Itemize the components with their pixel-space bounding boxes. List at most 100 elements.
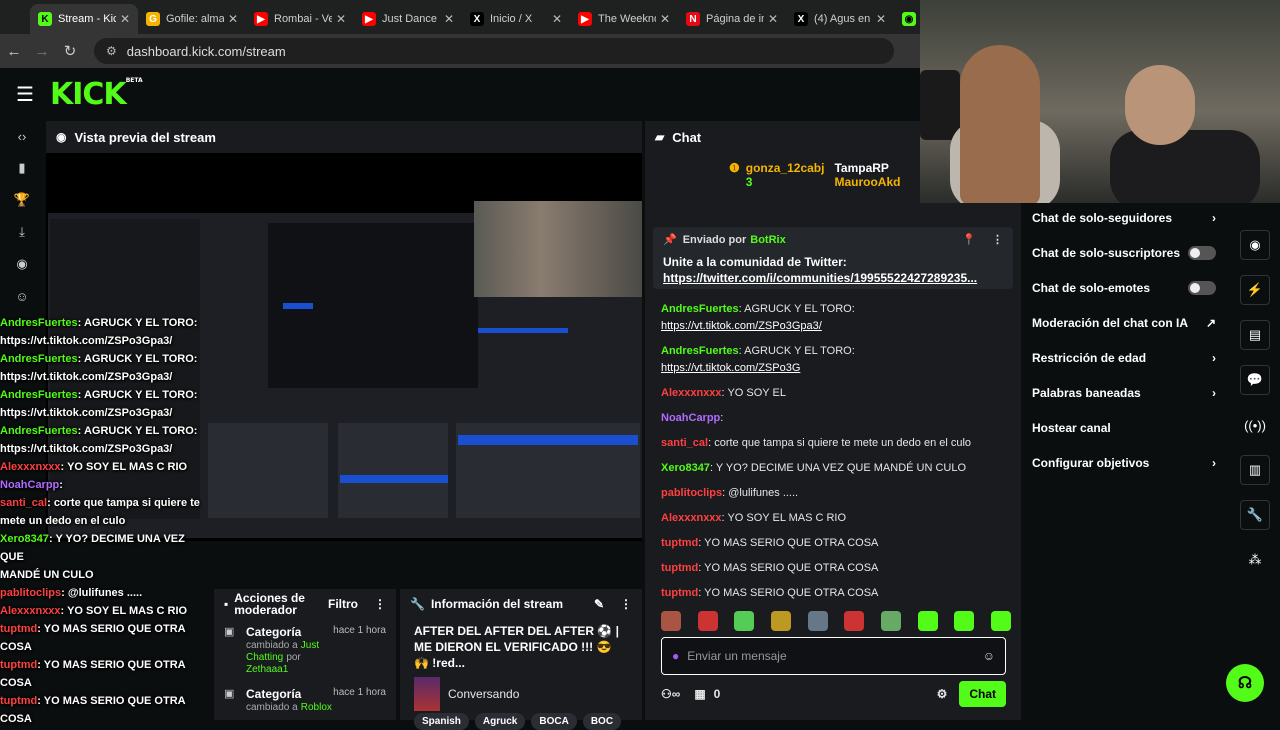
lightning-icon[interactable]: ⚡ bbox=[1240, 275, 1270, 305]
emote[interactable] bbox=[661, 611, 681, 631]
pinned-link[interactable]: https://twitter.com/i/communities/199555… bbox=[663, 271, 977, 285]
emote[interactable] bbox=[880, 611, 901, 631]
overlay-chat-line: https://vt.tiktok.com/ZSPo3Gpa3/ bbox=[0, 332, 210, 350]
emote[interactable] bbox=[734, 611, 755, 631]
pinned-bot-name[interactable]: BotRix bbox=[750, 234, 785, 246]
mod-action-time: hace 1 hora bbox=[333, 687, 386, 698]
more-icon[interactable]: ⋮ bbox=[992, 233, 1003, 246]
top-user-1[interactable]: gonza_12cabj bbox=[746, 161, 825, 175]
filter-button[interactable]: Filtro bbox=[328, 597, 358, 611]
settings-item[interactable]: Chat de solo-emotes bbox=[1024, 270, 1224, 305]
emote[interactable] bbox=[990, 611, 1011, 631]
wrench-icon: 🔧 bbox=[410, 597, 425, 611]
settings-item[interactable]: Configurar objetivos › bbox=[1024, 445, 1224, 480]
chat-username[interactable]: tuptmd bbox=[661, 587, 698, 599]
url-field[interactable]: ⚙ dashboard.kick.com/stream bbox=[94, 38, 894, 64]
more-icon[interactable]: ⋮ bbox=[620, 597, 632, 611]
analytics-icon[interactable]: ▮ bbox=[0, 152, 44, 184]
back-icon[interactable]: ← bbox=[0, 43, 28, 60]
toggle-switch[interactable] bbox=[1188, 245, 1216, 260]
close-icon[interactable]: ✕ bbox=[876, 12, 886, 26]
chat-username[interactable]: pablitoclips bbox=[661, 487, 722, 499]
settings-item[interactable]: Hostear canal bbox=[1024, 410, 1224, 445]
close-icon[interactable]: ✕ bbox=[120, 12, 130, 26]
chat-username[interactable]: tuptmd bbox=[661, 562, 698, 574]
emote[interactable] bbox=[954, 611, 975, 631]
chat-username[interactable]: santi_cal bbox=[661, 437, 708, 449]
chat-username[interactable]: Alexxxnxxx bbox=[661, 387, 722, 399]
settings-gear-icon[interactable]: ⚙ bbox=[937, 687, 948, 701]
emote[interactable] bbox=[844, 611, 865, 631]
tag[interactable]: BOC bbox=[582, 713, 622, 730]
trophy-icon[interactable]: 🏆 bbox=[0, 184, 44, 216]
settings-item[interactable]: Restricción de edad › bbox=[1024, 340, 1224, 375]
edit-icon[interactable]: ✎ bbox=[594, 597, 604, 611]
help-support-icon[interactable]: ☊ bbox=[1226, 664, 1264, 702]
overlay-text: : YO MAS SERIO QUE OTRA bbox=[37, 695, 186, 707]
tag[interactable]: BOCA bbox=[531, 713, 577, 730]
broadcast-icon[interactable]: ((•)) bbox=[1240, 410, 1270, 440]
chevron-right-icon: › bbox=[1212, 385, 1216, 400]
browser-tab[interactable]: K Stream - Kick ✕ bbox=[30, 4, 138, 34]
settings-item[interactable]: Moderación del chat con IA ↗ bbox=[1024, 305, 1224, 340]
close-icon[interactable]: ✕ bbox=[660, 12, 670, 26]
browser-tab[interactable]: G Gofile: almacenamiento ✕ bbox=[138, 4, 246, 34]
reload-icon[interactable]: ↻ bbox=[56, 42, 84, 60]
close-icon[interactable]: ✕ bbox=[444, 12, 454, 26]
close-icon[interactable]: ✕ bbox=[336, 12, 346, 26]
users-icon[interactable]: ⚇∞ bbox=[661, 687, 680, 701]
send-chat-button[interactable]: Chat bbox=[959, 681, 1006, 707]
share-icon[interactable]: ⁂ bbox=[1240, 545, 1270, 575]
top-user-3[interactable]: MaurooAkd bbox=[834, 175, 900, 189]
browser-tab[interactable]: X (4) Agus en X ✕ bbox=[786, 4, 894, 34]
close-icon[interactable]: ✕ bbox=[228, 12, 238, 26]
menu-icon[interactable]: ☰ bbox=[0, 82, 50, 107]
browser-tab[interactable]: X Inicio / X ✕ bbox=[462, 4, 570, 34]
gift-icon[interactable]: ▦ bbox=[694, 687, 705, 701]
top-user-2[interactable]: TampaRP bbox=[834, 161, 900, 175]
toggle-switch[interactable] bbox=[1188, 280, 1216, 295]
settings-item[interactable]: Chat de solo-suscriptores bbox=[1024, 235, 1224, 270]
emote[interactable] bbox=[770, 611, 791, 631]
browser-tab[interactable]: ▶ Rombai - Ve ✕ bbox=[246, 4, 354, 34]
more-icon[interactable]: ⋮ bbox=[374, 597, 386, 611]
collapse-icon[interactable]: ‹› bbox=[0, 120, 44, 152]
kick-logo[interactable]: KICKBETA bbox=[50, 77, 143, 112]
camera-icon[interactable]: ◉ bbox=[0, 248, 44, 280]
chat-username[interactable]: NoahCarpp bbox=[661, 412, 720, 424]
unpin-icon[interactable]: 📍 bbox=[962, 233, 976, 246]
settings-item[interactable]: Palabras baneadas › bbox=[1024, 375, 1224, 410]
chat-bubble-icon[interactable]: 💬 bbox=[1240, 365, 1270, 395]
chat-username[interactable]: tuptmd bbox=[661, 537, 698, 549]
camera-icon[interactable]: ◉ bbox=[1240, 230, 1270, 260]
forward-icon[interactable]: → bbox=[28, 43, 56, 60]
chat-text: : corte que tampa si quiere te mete un d… bbox=[708, 437, 972, 449]
upload-icon[interactable]: ⤓ bbox=[0, 216, 44, 248]
chat-username[interactable]: Xero8347 bbox=[661, 462, 710, 474]
community-icon[interactable]: ☺ bbox=[0, 280, 44, 312]
browser-tab[interactable]: ▶ The Weeknd ✕ bbox=[570, 4, 678, 34]
browser-tab[interactable]: N Página de inicio ✕ bbox=[678, 4, 786, 34]
moderator-title: Acciones de moderador bbox=[234, 591, 305, 617]
layout-icon[interactable]: ▥ bbox=[1240, 455, 1270, 485]
emote[interactable] bbox=[697, 611, 718, 631]
settings-item[interactable]: Chat de solo-seguidores › bbox=[1024, 200, 1224, 235]
document-icon[interactable]: ▤ bbox=[1240, 320, 1270, 350]
emote[interactable] bbox=[917, 611, 938, 631]
emoji-icon[interactable]: ☺ bbox=[983, 649, 995, 663]
close-icon[interactable]: ✕ bbox=[552, 12, 562, 26]
tag[interactable]: Agruck bbox=[474, 713, 526, 730]
chat-username[interactable]: Alexxxnxxx bbox=[661, 512, 722, 524]
browser-tab[interactable]: ▶ Just Dance ✕ bbox=[354, 4, 462, 34]
chat-input[interactable]: ● Enviar un mensaje ☺ bbox=[661, 637, 1006, 675]
site-info-icon[interactable]: ⚙ bbox=[106, 44, 117, 58]
chat-link[interactable]: https://vt.tiktok.com/ZSPo3G bbox=[661, 362, 800, 374]
wrench-icon[interactable]: 🔧 bbox=[1240, 500, 1270, 530]
close-icon[interactable]: ✕ bbox=[768, 12, 778, 26]
mic-icon[interactable]: ● bbox=[672, 649, 679, 663]
chat-username[interactable]: AndresFuertes bbox=[661, 303, 739, 315]
emote[interactable] bbox=[807, 611, 828, 631]
chat-username[interactable]: AndresFuertes bbox=[661, 345, 739, 357]
chat-link[interactable]: https://vt.tiktok.com/ZSPo3Gpa3/ bbox=[661, 320, 822, 332]
tag[interactable]: Spanish bbox=[414, 713, 469, 730]
